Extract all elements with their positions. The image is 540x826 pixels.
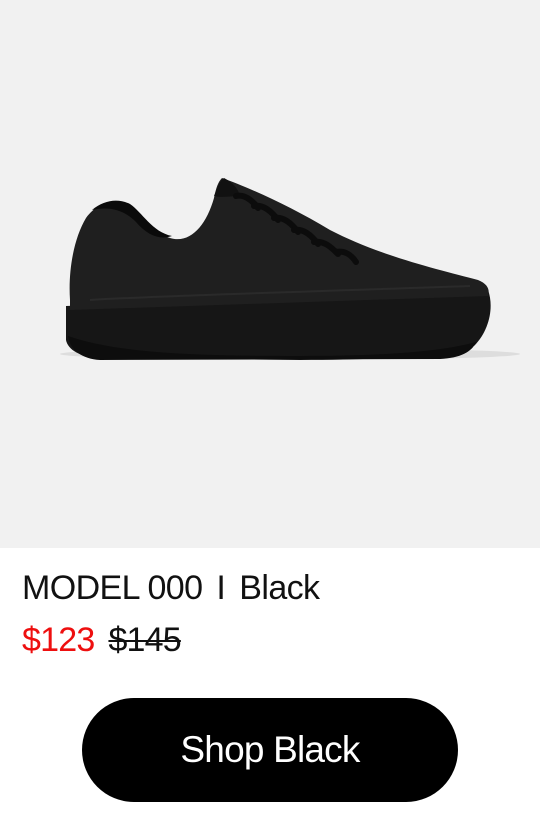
product-image-area[interactable] [0,0,540,548]
title-separator: I [216,569,226,607]
product-card[interactable]: MODEL 000 I Black $123 $145 Shop Black [0,0,540,826]
product-name: MODEL 000 [22,569,203,607]
product-title: MODEL 000 I Black [22,568,320,608]
product-color: Black [239,569,320,607]
sale-price: $123 [22,621,95,659]
original-price: $145 [108,621,181,659]
shop-button[interactable]: Shop Black [82,698,458,802]
shoe-image [60,178,520,360]
price-row: $123 $145 [22,620,182,660]
